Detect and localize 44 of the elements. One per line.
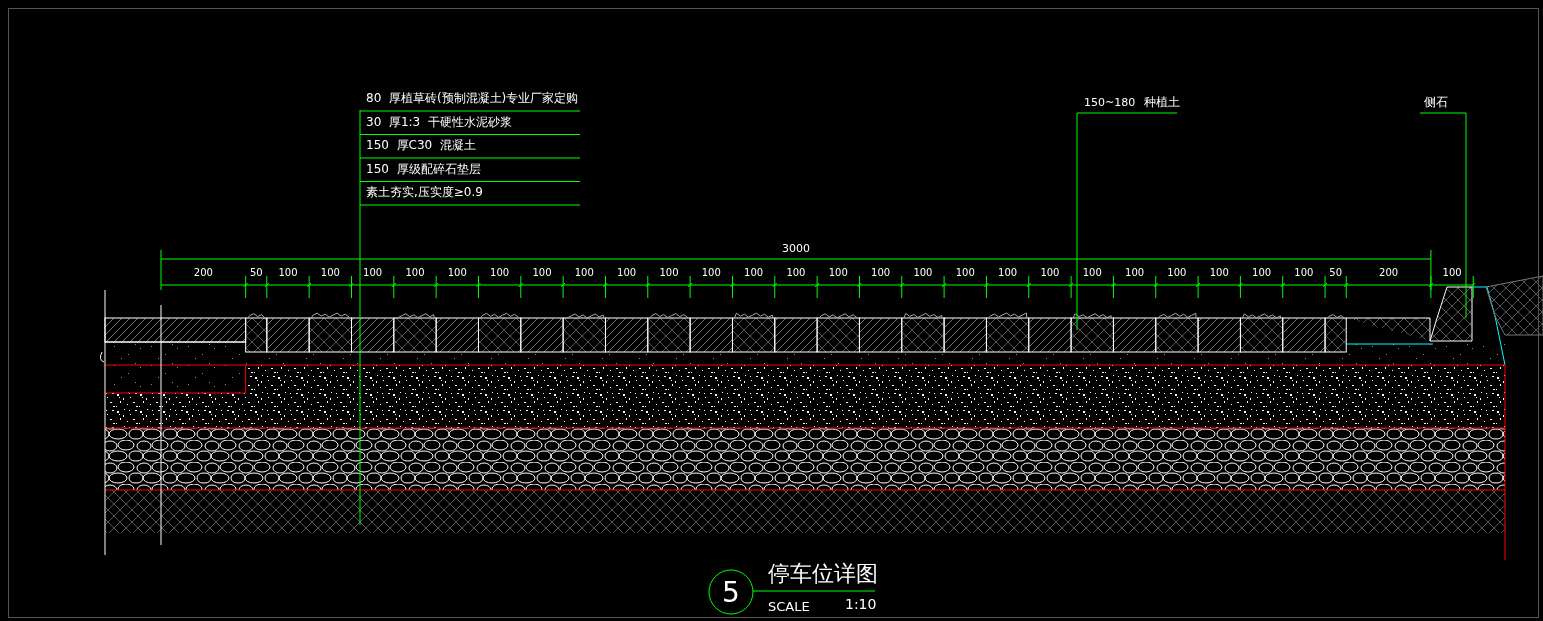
dimension-label: 100 — [998, 267, 1018, 278]
dimension-label: 50 — [1329, 267, 1342, 278]
dimension-label: 100 — [490, 267, 510, 278]
dimension-label: 100 — [574, 267, 594, 278]
scale-label: SCALE — [768, 599, 810, 614]
thickness-label: 150~180 — [1084, 96, 1136, 109]
curb-label: 侧石 — [1424, 95, 1448, 109]
dimension-label: 200 — [1379, 267, 1399, 278]
dimension-label: 100 — [828, 267, 848, 278]
layer-callout-label: 素土夯实,压实度≥0.9 — [366, 185, 483, 199]
dimension-label: 100 — [659, 267, 679, 278]
dimension-label: 100 — [447, 267, 467, 278]
planting-soil-label: 种植土 — [1144, 95, 1180, 109]
layer-callout-label: 150 厚C30 混凝土 — [366, 138, 476, 152]
detail-number: 5 — [722, 576, 740, 609]
dimension-label: 100 — [913, 267, 933, 278]
layer-callout-label: 80 厚植草砖(预制混凝土)专业厂家定购 — [366, 91, 579, 105]
dimension-label: 100 — [1040, 267, 1060, 278]
dimension-label: 100 — [405, 267, 425, 278]
dimension-label: 100 — [1209, 267, 1229, 278]
dimension-label: 100 — [701, 267, 721, 278]
dimension-label: 100 — [278, 267, 298, 278]
scale-value: 1:10 — [845, 596, 877, 612]
dimension-label: 100 — [955, 267, 975, 278]
dimension-label: 100 — [532, 267, 552, 278]
dimension-label: 100 — [1125, 267, 1145, 278]
dimension-label: 100 — [363, 267, 383, 278]
dimension-label: 50 — [249, 267, 263, 278]
dimension-label: 100 — [1294, 267, 1314, 278]
layer-callout-label: 150 厚级配碎石垫层 — [366, 161, 481, 176]
dimension-label: 100 — [320, 267, 340, 278]
drawing-title: 停车位详图 — [768, 561, 878, 586]
dimension-label: 100 — [1442, 267, 1462, 278]
dimension-label: 100 — [786, 267, 806, 278]
layer-callout-label: 30 厚1:3 干硬性水泥砂浆 — [366, 114, 512, 129]
dimension-label: 100 — [1082, 267, 1102, 278]
dimension-label: 100 — [744, 267, 764, 278]
dimension-label: 100 — [617, 267, 637, 278]
dimension-label: 200 — [193, 267, 213, 278]
dimension-label: 100 — [871, 267, 891, 278]
detail-circle — [708, 569, 754, 615]
dimension-label: 100 — [1167, 267, 1187, 278]
overall-dimension-label: 3000 — [781, 242, 810, 255]
dimension-label: 100 — [1252, 267, 1272, 278]
